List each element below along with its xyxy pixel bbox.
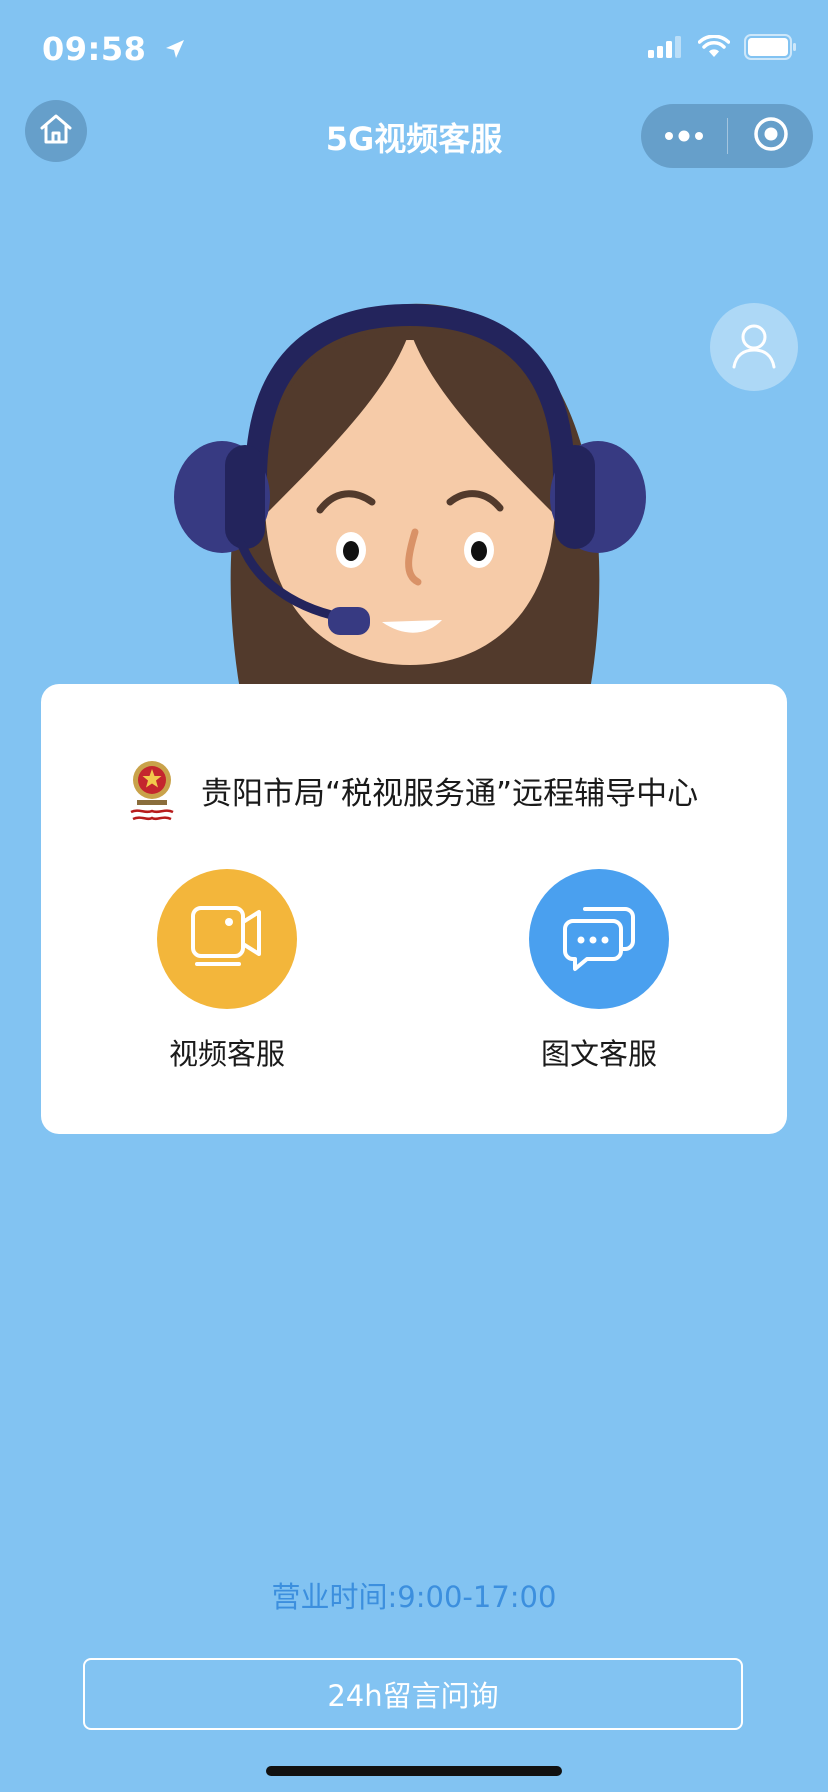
- status-time: 09:58: [42, 28, 186, 68]
- mini-program-capsule: [641, 104, 813, 168]
- organization-name: 贵阳市局“税视服务通”远程辅导中心: [201, 775, 699, 812]
- text-service-circle: [529, 869, 669, 1009]
- status-icons: [648, 34, 798, 64]
- location-arrow-icon: [164, 30, 186, 68]
- service-card: 贵阳市局“税视服务通”远程辅导中心 视频客服 图文客服: [41, 684, 787, 1134]
- chat-icon: [559, 901, 639, 977]
- user-icon: [730, 321, 778, 373]
- signal-icon: [648, 36, 684, 62]
- battery-icon: [744, 34, 798, 64]
- organization-header: 贵阳市局“税视服务通”远程辅导中心: [125, 756, 698, 824]
- target-circle-icon: [753, 116, 789, 156]
- video-service-label: 视频客服: [168, 1037, 285, 1071]
- text-service-label: 图文客服: [540, 1037, 657, 1071]
- more-button[interactable]: [641, 104, 727, 168]
- video-service-button[interactable]: 视频客服: [127, 869, 327, 1073]
- more-dots-icon: [664, 127, 704, 146]
- video-service-circle: [157, 869, 297, 1009]
- leave-message-label: 24h留言问询: [327, 1679, 499, 1713]
- customer-service-agent-illustration: [174, 303, 646, 690]
- leave-message-button[interactable]: 24h留言问询: [83, 1658, 743, 1730]
- wifi-icon: [697, 34, 731, 63]
- status-time-text: 09:58: [42, 30, 147, 68]
- close-button[interactable]: [728, 104, 813, 168]
- video-icon: [187, 902, 267, 976]
- text-service-button[interactable]: 图文客服: [499, 869, 699, 1073]
- home-indicator[interactable]: [266, 1766, 562, 1776]
- business-hours: 营业时间:9:00-17:00: [271, 1580, 557, 1614]
- tax-emblem-icon: [130, 761, 174, 821]
- user-center-button[interactable]: [710, 303, 798, 391]
- screen: 09:58 5G视频客服 贵阳市局“税视服务通”远程辅导中心 视频客服 图文客服…: [0, 0, 828, 1792]
